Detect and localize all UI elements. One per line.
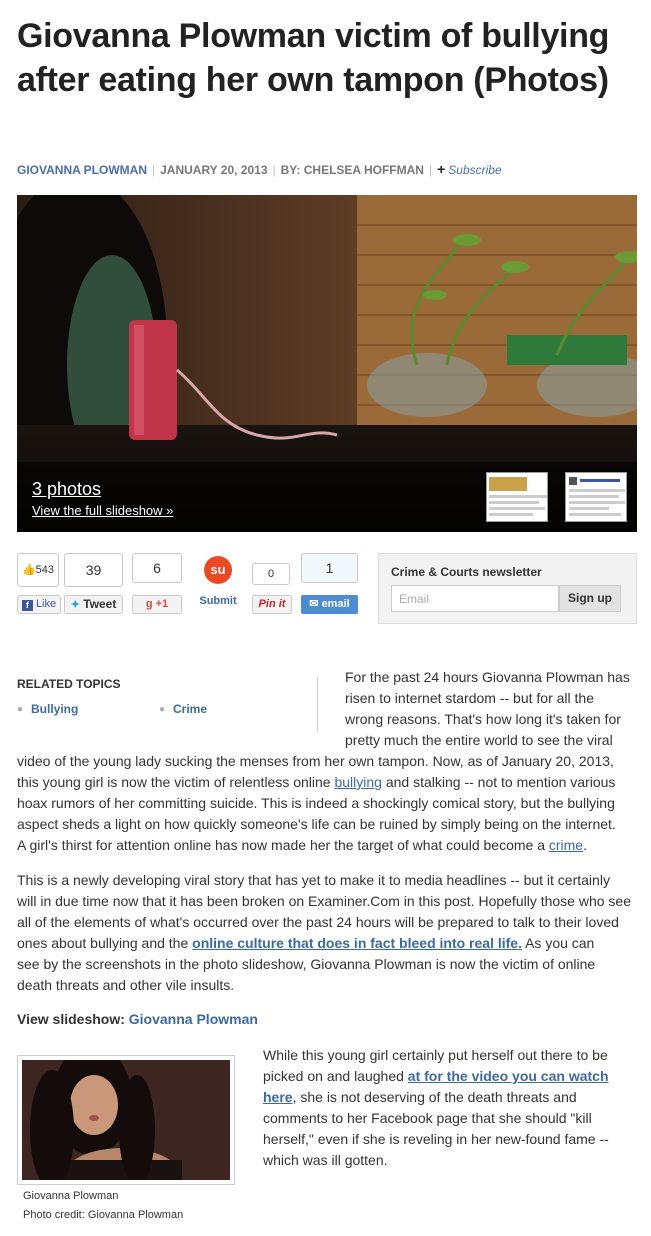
photo-caption-title: Giovanna Plowman <box>23 1190 119 1202</box>
gplus-share[interactable]: 6 g +1 <box>132 553 182 614</box>
pin-it-button[interactable]: Pin it <box>252 595 292 614</box>
email-button[interactable]: ✉ email <box>301 595 358 614</box>
tweet-count-bubble: 39 <box>64 553 123 587</box>
related-divider <box>317 677 318 732</box>
photo-credit: Photo credit: Giovanna Plowman <box>23 1209 184 1221</box>
gplus-button[interactable]: g +1 <box>132 595 182 614</box>
related-topics: RELATED TOPICS ● Bullying ● Crime <box>17 677 317 716</box>
view-slideshow-inline-link[interactable]: Giovanna Plowman <box>129 1011 258 1027</box>
byline-date: JANUARY 20, 2013 <box>160 163 268 177</box>
related-topics-title: RELATED TOPICS <box>17 677 121 691</box>
stumbleupon-submit-button[interactable]: Submit <box>193 595 243 607</box>
twitter-share[interactable]: 39 ✦ Tweet <box>64 553 123 614</box>
video-link-here[interactable]: here <box>263 1089 293 1105</box>
envelope-icon: ✉ <box>309 598 319 610</box>
bullet-icon: ● <box>159 704 166 715</box>
view-slideshow-line: View slideshow: Giovanna Plowman <box>17 1011 258 1027</box>
gplus-icon: g <box>145 598 153 610</box>
article-paragraph-1: video of the young lady sucking the mens… <box>17 753 616 853</box>
article-paragraph-1-side: For the past 24 hours Giovanna Plowman h… <box>345 669 630 748</box>
article-headline: Giovanna Plowman victim of bullying afte… <box>17 17 610 99</box>
stumbleupon-share[interactable]: su Submit <box>193 553 243 607</box>
photo-count-link[interactable]: 3 photos <box>32 479 101 500</box>
related-topic-link[interactable]: Bullying <box>31 702 78 716</box>
pin-count-bubble: 0 <box>252 563 290 585</box>
slideshow-thumbnail[interactable] <box>565 472 627 522</box>
email-count-bubble: 1 <box>301 553 358 583</box>
facebook-share[interactable]: 👍543 f Like <box>17 553 61 614</box>
newsletter-email-input[interactable]: Email <box>391 585 559 612</box>
plus-icon: + <box>437 161 446 177</box>
photo-caption: Giovanna Plowman Photo credit: Giovanna … <box>23 1187 183 1225</box>
stumbleupon-icon: su <box>204 556 232 584</box>
view-slideshow-link[interactable]: View the full slideshow » <box>32 503 173 518</box>
facebook-count-bubble: 👍543 <box>17 553 59 587</box>
slideshow-thumbnail[interactable] <box>486 472 548 522</box>
newsletter-title: Crime & Courts newsletter <box>391 565 542 579</box>
twitter-bird-icon: ✦ <box>70 599 80 611</box>
subscribe-link[interactable]: Subscribe <box>448 163 501 177</box>
byline-author[interactable]: BY: CHELSEA HOFFMAN <box>281 163 424 177</box>
inline-photo[interactable] <box>17 1055 235 1185</box>
related-topic-link[interactable]: Crime <box>173 702 207 716</box>
bullying-link[interactable]: bullying <box>334 774 381 790</box>
email-share[interactable]: 1 ✉ email <box>301 553 358 614</box>
bullet-icon: ● <box>17 704 24 715</box>
inline-photo-image <box>22 1060 230 1180</box>
thumbs-up-icon: 👍 <box>21 564 36 576</box>
online-culture-link[interactable]: online culture that does in fact bleed i… <box>192 935 522 951</box>
newsletter-box: Crime & Courts newsletter Email Sign up <box>378 553 637 624</box>
facebook-icon: f <box>21 600 33 611</box>
gplus-count-bubble: 6 <box>132 553 182 583</box>
facebook-like-button[interactable]: f Like <box>17 595 61 614</box>
slideshow-hero[interactable]: 3 photos View the full slideshow » <box>17 195 637 532</box>
article-paragraph-3: While this young girl certainly put hers… <box>263 1047 609 1168</box>
crime-link[interactable]: crime <box>549 837 583 853</box>
video-link[interactable]: at for the video you can watch <box>408 1068 609 1084</box>
newsletter-signup-button[interactable]: Sign up <box>559 585 621 612</box>
article-paragraph-2: This is a newly developing viral story t… <box>17 872 631 993</box>
byline-topic-link[interactable]: GIOVANNA PLOWMAN <box>17 163 147 177</box>
stumbleupon-logo-box: su <box>193 553 243 587</box>
tweet-button[interactable]: ✦ Tweet <box>64 595 123 614</box>
byline: GIOVANNA PLOWMAN | JANUARY 20, 2013 | BY: CH… <box>17 161 502 177</box>
pinterest-share[interactable]: 0 Pin it <box>252 553 292 614</box>
